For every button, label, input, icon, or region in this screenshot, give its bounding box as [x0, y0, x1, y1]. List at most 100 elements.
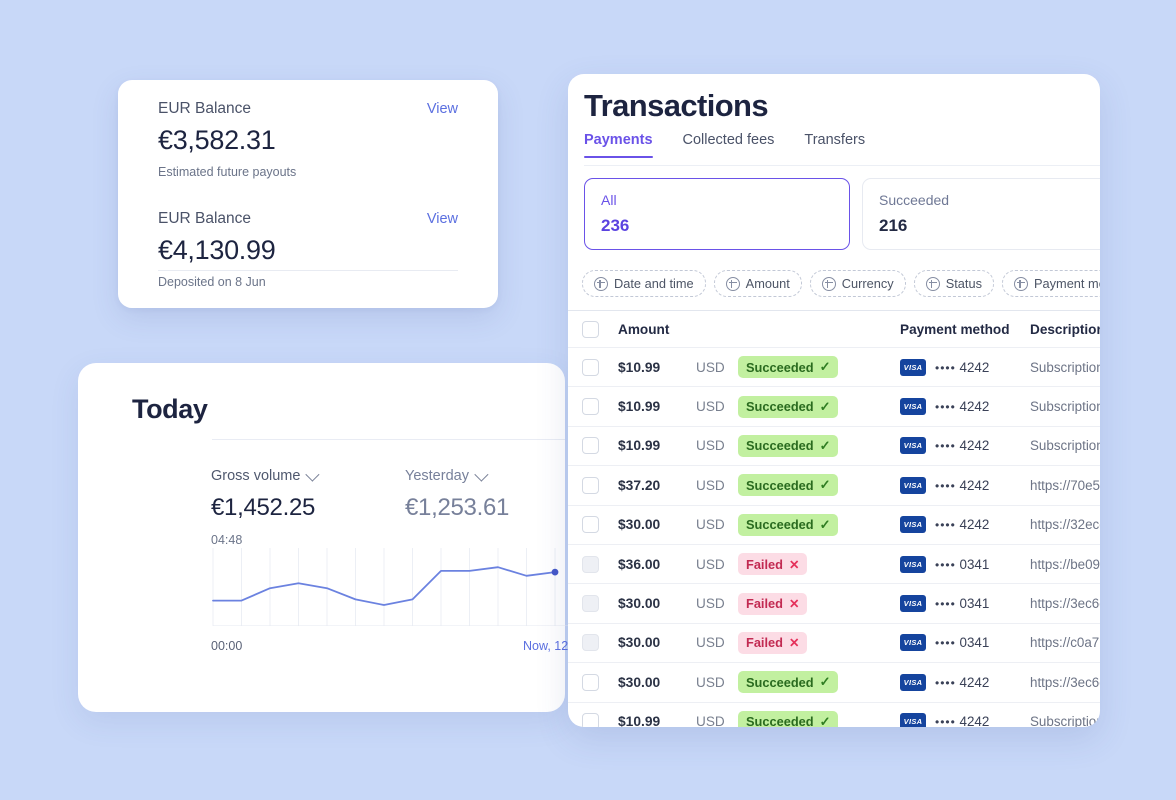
status-badge-label: Failed [746, 596, 783, 612]
row-select-checkbox[interactable] [582, 358, 599, 376]
cell-status: Failed ✕ [738, 553, 900, 576]
card-mask-dots: •••• [935, 478, 956, 493]
row-select-checkbox[interactable] [582, 595, 599, 613]
cell-payment-method: VISA •••• 0341 [900, 555, 1030, 573]
table-row[interactable]: $10.99 USD Succeeded ✓ VISA •••• 4242 Subscrip… [568, 701, 1100, 727]
balance-view-link[interactable]: View [427, 101, 458, 117]
cell-amount: $10.99 [618, 714, 661, 727]
balance-amount: €3,582.31 [158, 125, 276, 155]
table-row[interactable]: $30.00 USD Succeeded ✓ VISA •••• 4242 https://… [568, 662, 1100, 701]
metric-yesterday-selector[interactable]: Yesterday [405, 467, 509, 484]
filter-chip-date-and-time[interactable]: Date and time [582, 270, 706, 297]
row-select-checkbox[interactable] [582, 555, 599, 573]
cell-status: Succeeded ✓ [738, 395, 900, 418]
stat-card-all-label: All [601, 192, 617, 208]
tab-payments-label: Payments [584, 132, 653, 148]
stat-card-all[interactable]: All 236 [584, 178, 850, 250]
stat-card-succeeded-value: 216 [879, 216, 908, 235]
balance-block-2: EUR Balance View €4,130.99 Deposited on … [158, 210, 458, 289]
tab-transfers[interactable]: Transfers [804, 132, 865, 158]
stat-card-all-value: 236 [601, 216, 630, 235]
card-last4: •••• 0341 [935, 635, 990, 651]
cell-description: https://be094 [1030, 556, 1100, 572]
balance-subtitle: Estimated future payouts [158, 165, 297, 179]
filter-chip-payment-method[interactable]: Payment method [1001, 270, 1100, 297]
table-row[interactable]: $36.00 USD Failed ✕ VISA •••• 0341 https://be0… [568, 543, 1100, 583]
balance-view-link[interactable]: View [427, 211, 458, 227]
filter-chip-label: Payment method [1033, 276, 1100, 291]
cell-payment-method: VISA •••• 4242 [900, 437, 1030, 455]
stat-card-succeeded-label: Succeeded [879, 192, 950, 208]
table-row[interactable]: $30.00 USD Succeeded ✓ VISA •••• 4242 https://… [568, 504, 1100, 544]
cell-description: https://3ec6d [1030, 674, 1100, 690]
cell-description: Subscription [1030, 399, 1100, 415]
check-icon: ✓ [819, 516, 831, 532]
balance-subtitle: Deposited on 8 Jun [158, 275, 266, 289]
plus-circle-icon [725, 276, 740, 291]
check-icon: ✓ [819, 713, 831, 727]
transactions-card: Transactions Payments Collected fees Tra… [568, 74, 1100, 727]
balance-amount: €4,130.99 [158, 235, 276, 265]
filter-chip-label: Amount [745, 276, 790, 291]
row-select-checkbox[interactable] [582, 673, 599, 691]
cell-currency: USD [696, 359, 725, 375]
cell-amount: $10.99 [618, 399, 661, 415]
filter-chip-label: Currency [841, 276, 894, 291]
cell-payment-method: VISA •••• 4242 [900, 673, 1030, 691]
status-badge-label: Succeeded [746, 399, 814, 415]
row-select-checkbox[interactable] [582, 437, 599, 455]
status-badge-label: Succeeded [746, 438, 814, 454]
row-select-checkbox[interactable] [582, 713, 599, 727]
tab-collected-fees[interactable]: Collected fees [683, 132, 775, 158]
visa-card-icon: VISA [900, 595, 926, 613]
select-all-checkbox[interactable] [582, 320, 599, 338]
cell-currency: USD [696, 674, 725, 690]
table-row[interactable]: $10.99 USD Succeeded ✓ VISA •••• 4242 Subscrip… [568, 347, 1100, 386]
status-badge-label: Failed [746, 556, 783, 572]
cell-description: Subscription [1030, 438, 1100, 454]
table-row[interactable]: $10.99 USD Succeeded ✓ VISA •••• 4242 Subscrip… [568, 425, 1100, 465]
cell-payment-method: VISA •••• 4242 [900, 713, 1030, 727]
filter-chip-status[interactable]: Status [913, 270, 994, 297]
metric-timestamp: 04:48 [211, 533, 243, 547]
status-badge: Failed ✕ [738, 631, 808, 654]
card-mask-dots: •••• [935, 400, 956, 415]
column-header-amount: Amount [618, 321, 670, 337]
stat-card-succeeded[interactable]: Succeeded 216 [862, 178, 1100, 250]
filter-chip-amount[interactable]: Amount [713, 270, 802, 297]
plus-circle-icon [925, 276, 940, 291]
cell-amount: $36.00 [618, 556, 661, 572]
visa-card-icon: VISA [900, 437, 926, 455]
filter-chip-currency[interactable]: Currency [809, 270, 906, 297]
chart-x-axis-start-label: 00:00 [211, 639, 243, 653]
table-row[interactable]: $30.00 USD Failed ✕ VISA •••• 0341 https://c0a… [568, 622, 1100, 662]
status-badge: Failed ✕ [738, 592, 808, 615]
cell-amount: $10.99 [618, 359, 661, 375]
table-row[interactable]: $30.00 USD Failed ✕ VISA •••• 0341 https://3ec… [568, 583, 1100, 622]
column-header-description: Description [1030, 321, 1100, 337]
table-row[interactable]: $37.20 USD Succeeded ✓ VISA •••• 4242 https://… [568, 465, 1100, 504]
card-last4: •••• 4242 [935, 674, 990, 690]
row-select-checkbox[interactable] [582, 398, 599, 416]
cell-payment-method: VISA •••• 4242 [900, 358, 1030, 376]
table-row[interactable]: $10.99 USD Succeeded ✓ VISA •••• 4242 Subscrip… [568, 386, 1100, 425]
cell-payment-method: VISA •••• 0341 [900, 634, 1030, 652]
tab-payments[interactable]: Payments [584, 132, 653, 158]
chart-last-point-marker [551, 568, 559, 576]
check-icon: ✓ [819, 477, 831, 493]
metric-gross-volume-selector[interactable]: Gross volume [211, 467, 320, 484]
row-select-checkbox[interactable] [582, 516, 599, 534]
cross-icon: ✕ [788, 636, 800, 651]
row-select-checkbox[interactable] [582, 634, 599, 652]
card-last4: •••• 4242 [935, 399, 990, 415]
cross-icon: ✕ [788, 557, 800, 572]
eur-balance-card: EUR Balance View €3,582.31 Estimated fut… [118, 80, 498, 308]
visa-card-icon: VISA [900, 358, 926, 376]
visa-card-icon: VISA [900, 673, 926, 691]
card-mask-dots: •••• [935, 360, 956, 375]
cell-status: Succeeded ✓ [738, 434, 900, 457]
tab-collected-fees-label: Collected fees [682, 132, 775, 148]
column-header-payment-method: Payment method [900, 321, 1010, 337]
card-mask-dots: •••• [935, 636, 956, 651]
row-select-checkbox[interactable] [582, 476, 599, 494]
